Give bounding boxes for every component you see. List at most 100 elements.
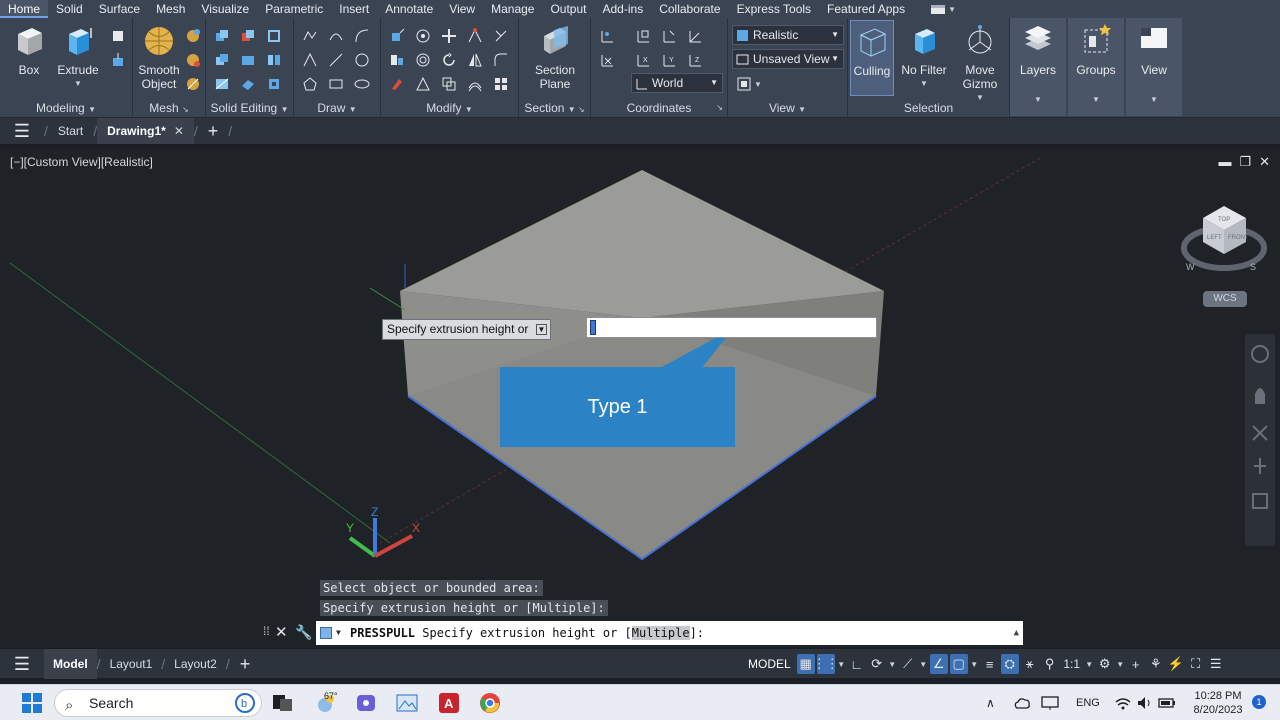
3d-scale-icon[interactable] (467, 28, 483, 44)
tab-model[interactable]: Model (44, 649, 97, 679)
snap-icon[interactable]: ⋮⋮ (813, 654, 839, 674)
new-tab-button[interactable]: + (198, 121, 229, 142)
close-icon[interactable]: ✕ (275, 623, 288, 641)
mirror-icon[interactable] (467, 52, 483, 68)
onedrive-icon[interactable] (1012, 693, 1032, 713)
extrude-button[interactable]: Extrude ▼ (52, 24, 104, 91)
polygon-icon[interactable] (302, 76, 318, 92)
presspull-icon[interactable] (110, 52, 126, 68)
notification-badge[interactable]: 1 (1252, 695, 1266, 709)
ucs-world-icon[interactable] (599, 52, 615, 68)
groups-button[interactable]: Groups ▼ (1068, 18, 1124, 116)
input-language[interactable]: ENG (1076, 685, 1100, 720)
customize-wrench-icon[interactable]: 🔧 (295, 624, 312, 641)
extrusion-height-input[interactable] (586, 317, 877, 338)
isodraft-icon[interactable]: ⟋ (899, 654, 917, 674)
hardware-acceleration-icon[interactable]: ⚡ (1167, 654, 1185, 674)
tab-add-ins[interactable]: Add-ins (595, 0, 652, 18)
tab-mesh[interactable]: Mesh (148, 0, 193, 18)
ortho-icon[interactable]: ∟ (848, 654, 866, 674)
tab-home[interactable]: Home (0, 0, 49, 18)
restore-icon[interactable]: ❐ (1239, 154, 1251, 170)
panel-title-modify[interactable]: Modify ▼ (381, 100, 518, 116)
new-layout-button[interactable]: + (230, 654, 261, 675)
move-icon[interactable] (441, 28, 457, 44)
ucs-z-axis-icon[interactable] (687, 28, 703, 44)
teams-icon[interactable] (354, 691, 378, 715)
minimize-icon[interactable]: ▬ (1218, 154, 1231, 170)
autocad-icon[interactable]: A (437, 691, 461, 715)
ucs-y-icon[interactable]: Y (661, 52, 677, 68)
wcs-menu[interactable]: WCS (1203, 291, 1247, 307)
move-gizmo-button[interactable]: Move Gizmo ▼ (954, 24, 1006, 105)
tab-start[interactable]: Start (48, 118, 93, 144)
tab-express-tools[interactable]: Express Tools (729, 0, 819, 18)
3d-array-icon[interactable] (415, 52, 431, 68)
rotate-icon[interactable] (441, 52, 457, 68)
circle-icon[interactable] (354, 52, 370, 68)
show-hidden-icons-icon[interactable]: ∧ (986, 685, 995, 720)
mesh-smooth-more-icon[interactable] (185, 28, 201, 44)
command-input[interactable]: ▼ PRESSPULL Specify extrusion height or … (316, 621, 1023, 645)
panel-title-coordinates[interactable]: Coordinates ↘ (591, 100, 727, 116)
viewcube[interactable]: TOP LEFT FRONT W S (1181, 206, 1267, 272)
tab-parametric[interactable]: Parametric (257, 0, 331, 18)
spline-icon[interactable] (328, 28, 344, 44)
tab-view[interactable]: View (441, 0, 483, 18)
tab-output[interactable]: Output (542, 0, 594, 18)
windows-start-icon[interactable] (20, 691, 44, 715)
task-view-icon[interactable] (270, 691, 294, 715)
tab-drawing1[interactable]: Drawing1* ✕ (97, 118, 194, 144)
system-clock[interactable]: 10:28 PM 8/20/2023 (1186, 689, 1250, 717)
culling-button[interactable]: Culling (850, 20, 894, 96)
menu-icon[interactable]: ☰ (0, 121, 44, 142)
object-snap-icon[interactable]: ▢ (949, 654, 968, 674)
ucs-z-icon[interactable]: Z (687, 52, 703, 68)
model-space-button[interactable]: MODEL (744, 657, 795, 671)
no-filter-button[interactable]: No Filter ▼ (898, 24, 950, 91)
union-icon[interactable] (214, 28, 230, 44)
copy-icon[interactable] (441, 76, 457, 92)
display-icon[interactable] (1040, 693, 1060, 713)
recent-commands-icon[interactable] (320, 627, 332, 639)
smooth-object-button[interactable]: Smooth Object (133, 24, 185, 91)
panel-title-view[interactable]: View ▼ (728, 100, 847, 116)
slice-icon[interactable] (214, 76, 230, 92)
battery-icon[interactable] (1157, 693, 1177, 713)
trim-icon[interactable] (493, 28, 509, 44)
viewport-controls-label[interactable]: [−][Custom View][Realistic] (10, 155, 153, 169)
ribbon-minimize-button[interactable]: ▼ (931, 4, 956, 14)
tab-insert[interactable]: Insert (331, 0, 377, 18)
close-tab-icon[interactable]: ✕ (174, 124, 184, 138)
tab-solid[interactable]: Solid (48, 0, 91, 18)
lineweight-icon[interactable]: ≡ (981, 654, 999, 674)
named-view-dropdown[interactable]: Unsaved View ▼ (732, 49, 844, 69)
panel-title-mesh[interactable]: Mesh ↘ (133, 100, 205, 116)
shell-icon[interactable] (266, 76, 282, 92)
subtract-icon[interactable] (240, 28, 256, 44)
rectangle-icon[interactable] (328, 76, 344, 92)
panel-title-modeling[interactable]: Modeling ▼ (0, 100, 132, 116)
separate-icon[interactable] (266, 52, 282, 68)
add-icon[interactable]: + (1127, 654, 1145, 674)
intersect-icon[interactable] (214, 52, 230, 68)
extract-edges-icon[interactable] (266, 28, 282, 44)
ucs-icon[interactable] (599, 28, 615, 44)
chrome-icon[interactable] (478, 691, 502, 715)
polysolid-icon[interactable] (110, 28, 126, 44)
panel-title-draw[interactable]: Draw ▼ (294, 100, 380, 116)
view-button[interactable]: View ▼ (1126, 18, 1182, 116)
interfere-icon[interactable] (240, 52, 256, 68)
offset-icon[interactable] (467, 76, 483, 92)
tab-layout1[interactable]: Layout1 (101, 649, 162, 679)
annotation-scale-value[interactable]: 1:1 (1061, 654, 1083, 674)
tab-surface[interactable]: Surface (91, 0, 148, 18)
polyline-icon[interactable] (302, 28, 318, 44)
tab-layout2[interactable]: Layout2 (165, 649, 226, 679)
3d-move-icon[interactable] (389, 28, 405, 44)
customization-menu-icon[interactable]: ☰ (1207, 654, 1225, 674)
tab-annotate[interactable]: Annotate (377, 0, 441, 18)
3d-polyline-icon[interactable] (302, 52, 318, 68)
close-icon[interactable]: ✕ (1259, 154, 1270, 170)
visual-style-dropdown[interactable]: Realistic ▼ (732, 25, 844, 45)
